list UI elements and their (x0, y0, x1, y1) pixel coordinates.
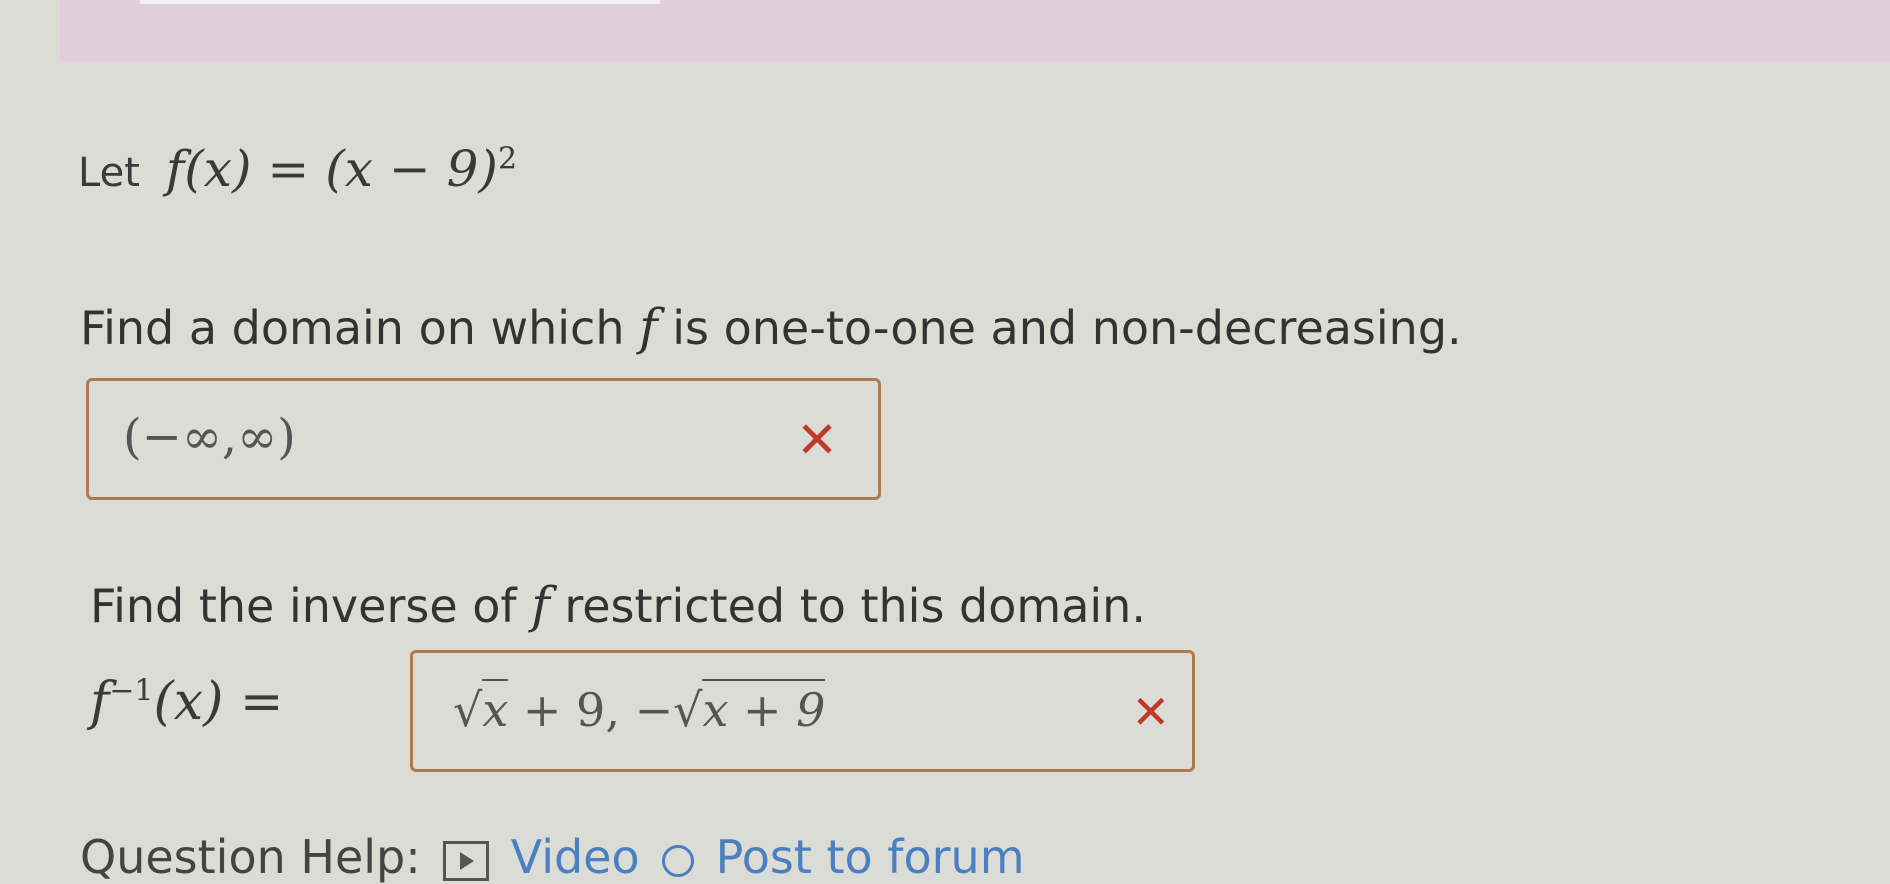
inverse-part2-sign: − (634, 683, 674, 737)
equals-sign: = (267, 140, 310, 198)
question-domain-text-before: Find a domain on which (80, 301, 625, 355)
function-lhs: f(x) (165, 140, 252, 198)
inverse-label-base: f (90, 672, 110, 732)
function-exponent: 2 (497, 141, 518, 177)
inverse-part2-radicand: x + 9 (702, 679, 826, 737)
question-inverse-symbol: f (531, 576, 550, 634)
inverse-answer-value: √x + 9, −√x + 9 (453, 679, 826, 737)
incorrect-mark-icon: ✕ (796, 411, 838, 469)
function-rhs: (x − 9) (325, 140, 498, 198)
let-label: Let (78, 150, 140, 196)
question-help-label: Question Help: (80, 830, 421, 884)
video-icon[interactable] (442, 841, 489, 881)
domain-answer-value: (−∞,∞) (123, 409, 296, 465)
inverse-label: f−1(x) = (90, 672, 284, 732)
question-domain-text-after: is one-to-one and non-decreasing. (672, 301, 1462, 355)
question-domain: Find a domain on which f is one-to-one a… (80, 298, 1462, 356)
video-link[interactable]: Video (511, 830, 640, 884)
inverse-equals-sign: = (239, 672, 284, 732)
inverse-label-arg: (x) (153, 672, 224, 732)
top-banner (60, 0, 1890, 62)
top-strip (140, 0, 660, 4)
inverse-part1-rest: + 9, (522, 683, 620, 737)
domain-answer-field[interactable]: (−∞,∞) ✕ (86, 378, 881, 500)
inverse-part1-radicand: x (482, 679, 509, 737)
incorrect-mark-icon: ✕ (1131, 685, 1170, 739)
inverse-label-exponent: −1 (109, 673, 154, 709)
question-help: Question Help: Video Post to forum (80, 830, 1025, 884)
question-inverse: Find the inverse of f restricted to this… (90, 576, 1146, 634)
sqrt-icon: √ (673, 683, 703, 737)
inverse-answer-field[interactable]: √x + 9, −√x + 9 ✕ (410, 650, 1195, 772)
problem-statement: Let f(x) = (x − 9)2 (78, 140, 517, 198)
question-domain-symbol: f (639, 298, 658, 356)
question-inverse-text-before: Find the inverse of (90, 579, 517, 633)
forum-icon[interactable] (661, 845, 694, 877)
question-inverse-text-after: restricted to this domain. (564, 579, 1146, 633)
post-to-forum-link[interactable]: Post to forum (716, 830, 1025, 884)
sqrt-icon: √ (453, 683, 483, 737)
